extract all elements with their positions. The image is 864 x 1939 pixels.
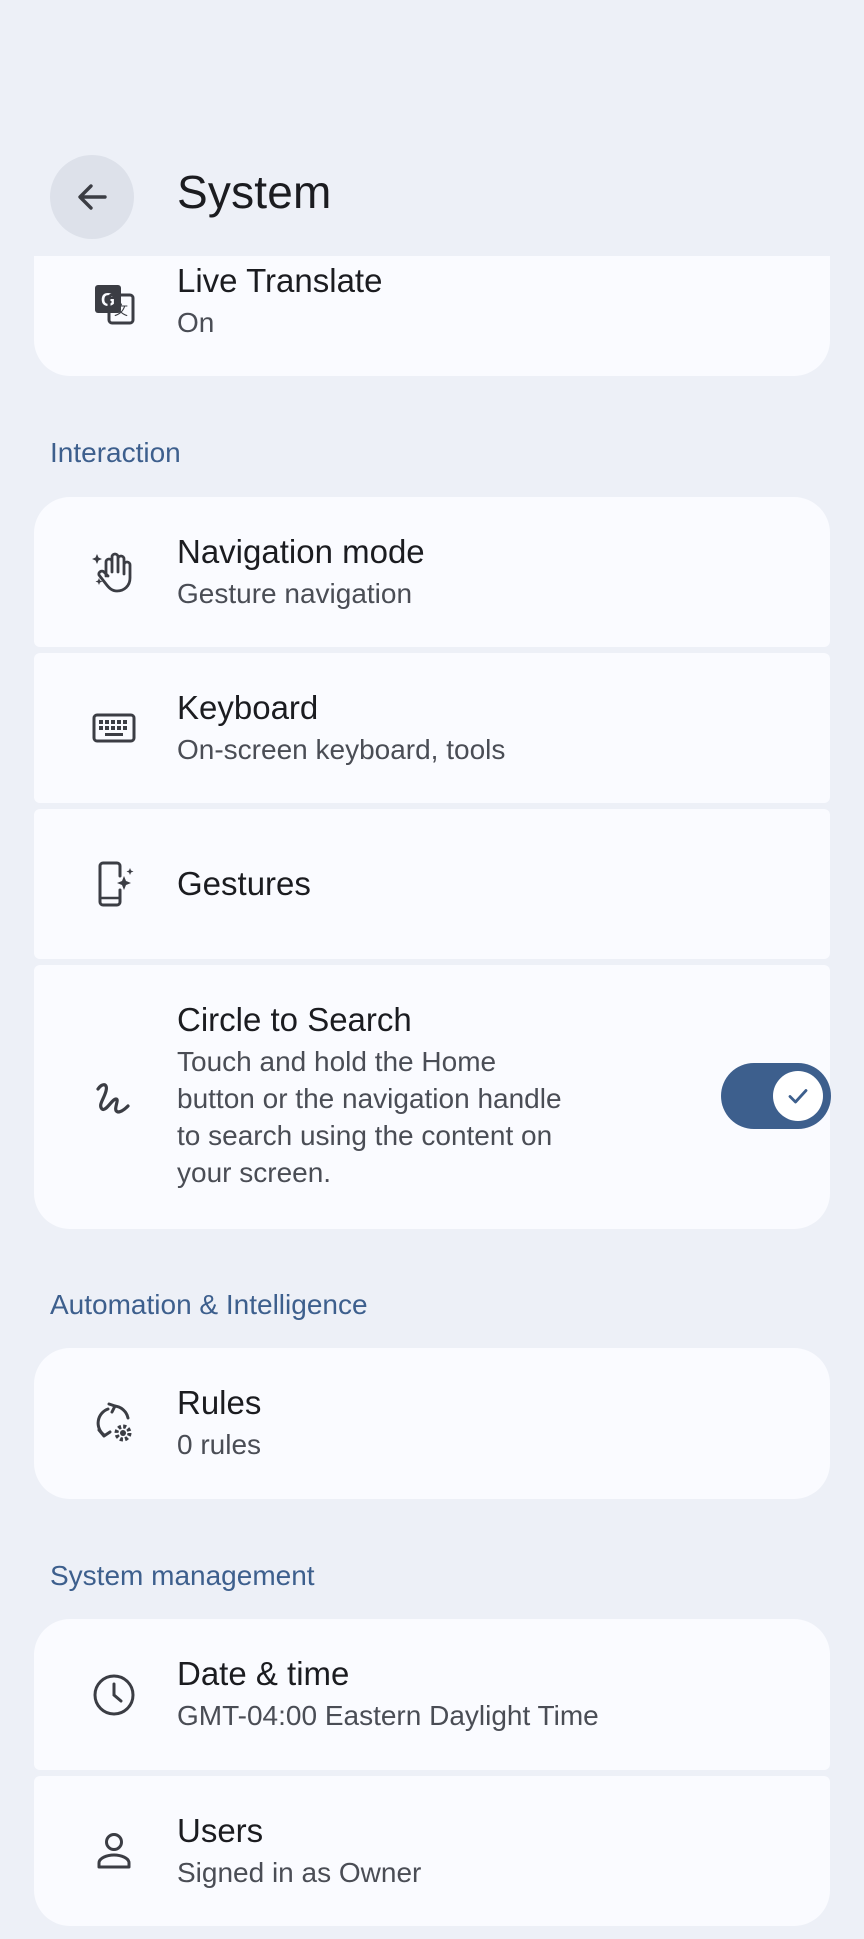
list-item-rules[interactable]: Rules 0 rules — [34, 1348, 830, 1499]
navigation-mode-subtitle: Gesture navigation — [177, 578, 413, 609]
section-header-automation: Automation & Intelligence — [50, 1289, 368, 1320]
squiggle-icon — [90, 1073, 138, 1121]
circle-to-search-subtitle-line-2: button or the navigation handle — [177, 1083, 562, 1114]
list-item-navigation-mode[interactable]: Navigation mode Gesture navigation — [34, 497, 830, 647]
person-icon — [90, 1827, 138, 1875]
circle-to-search-title: Circle to Search — [177, 1001, 412, 1038]
list-item-date-time[interactable]: Date & time GMT-04:00 Eastern Daylight T… — [34, 1619, 830, 1770]
circle-to-search-subtitle-line-1: Touch and hold the Home — [177, 1046, 497, 1077]
keyboard-icon — [90, 704, 138, 752]
rules-icon — [90, 1400, 138, 1448]
users-subtitle: Signed in as Owner — [177, 1857, 422, 1888]
translate-icon: G 文 — [90, 280, 138, 328]
live-translate-subtitle: On — [177, 307, 215, 338]
circle-to-search-subtitle-line-3: to search using the content on — [177, 1120, 553, 1151]
rules-title: Rules — [177, 1384, 262, 1421]
list-item-users[interactable]: Users Signed in as Owner — [34, 1776, 830, 1926]
rules-subtitle: 0 rules — [177, 1429, 262, 1460]
keyboard-subtitle: On-screen keyboard, tools — [177, 734, 506, 765]
live-translate-title: Live Translate — [177, 262, 383, 299]
top-app-bar: System — [0, 0, 864, 256]
gesture-hand-icon — [90, 548, 138, 596]
phone-sparkle-icon — [90, 860, 138, 908]
list-item-circle-to-search[interactable]: Circle to Search Touch and hold the Home… — [34, 965, 831, 1229]
list-item-live-translate[interactable]: G 文 Live Translate On — [34, 240, 830, 376]
circle-to-search-toggle[interactable] — [721, 1063, 831, 1129]
section-header-interaction: Interaction — [50, 437, 181, 468]
toggle-knob — [773, 1071, 823, 1121]
keyboard-title: Keyboard — [177, 689, 319, 726]
gestures-title: Gestures — [177, 865, 311, 902]
date-time-title: Date & time — [177, 1655, 350, 1692]
circle-to-search-subtitle-line-4: your screen. — [177, 1157, 332, 1188]
navigation-mode-title: Navigation mode — [177, 533, 425, 570]
check-icon — [788, 1089, 808, 1104]
clock-icon — [90, 1671, 138, 1719]
page-title: System — [177, 166, 332, 218]
date-time-subtitle: GMT-04:00 Eastern Daylight Time — [177, 1700, 599, 1731]
list-item-gestures[interactable]: Gestures — [34, 809, 830, 959]
arrow-back-icon — [78, 184, 107, 210]
back-button[interactable] — [50, 155, 134, 239]
list-item-keyboard[interactable]: Keyboard On-screen keyboard, tools — [34, 653, 830, 803]
section-header-system-management: System management — [50, 1560, 315, 1591]
users-title: Users — [177, 1812, 264, 1849]
svg-text:文: 文 — [114, 302, 128, 318]
